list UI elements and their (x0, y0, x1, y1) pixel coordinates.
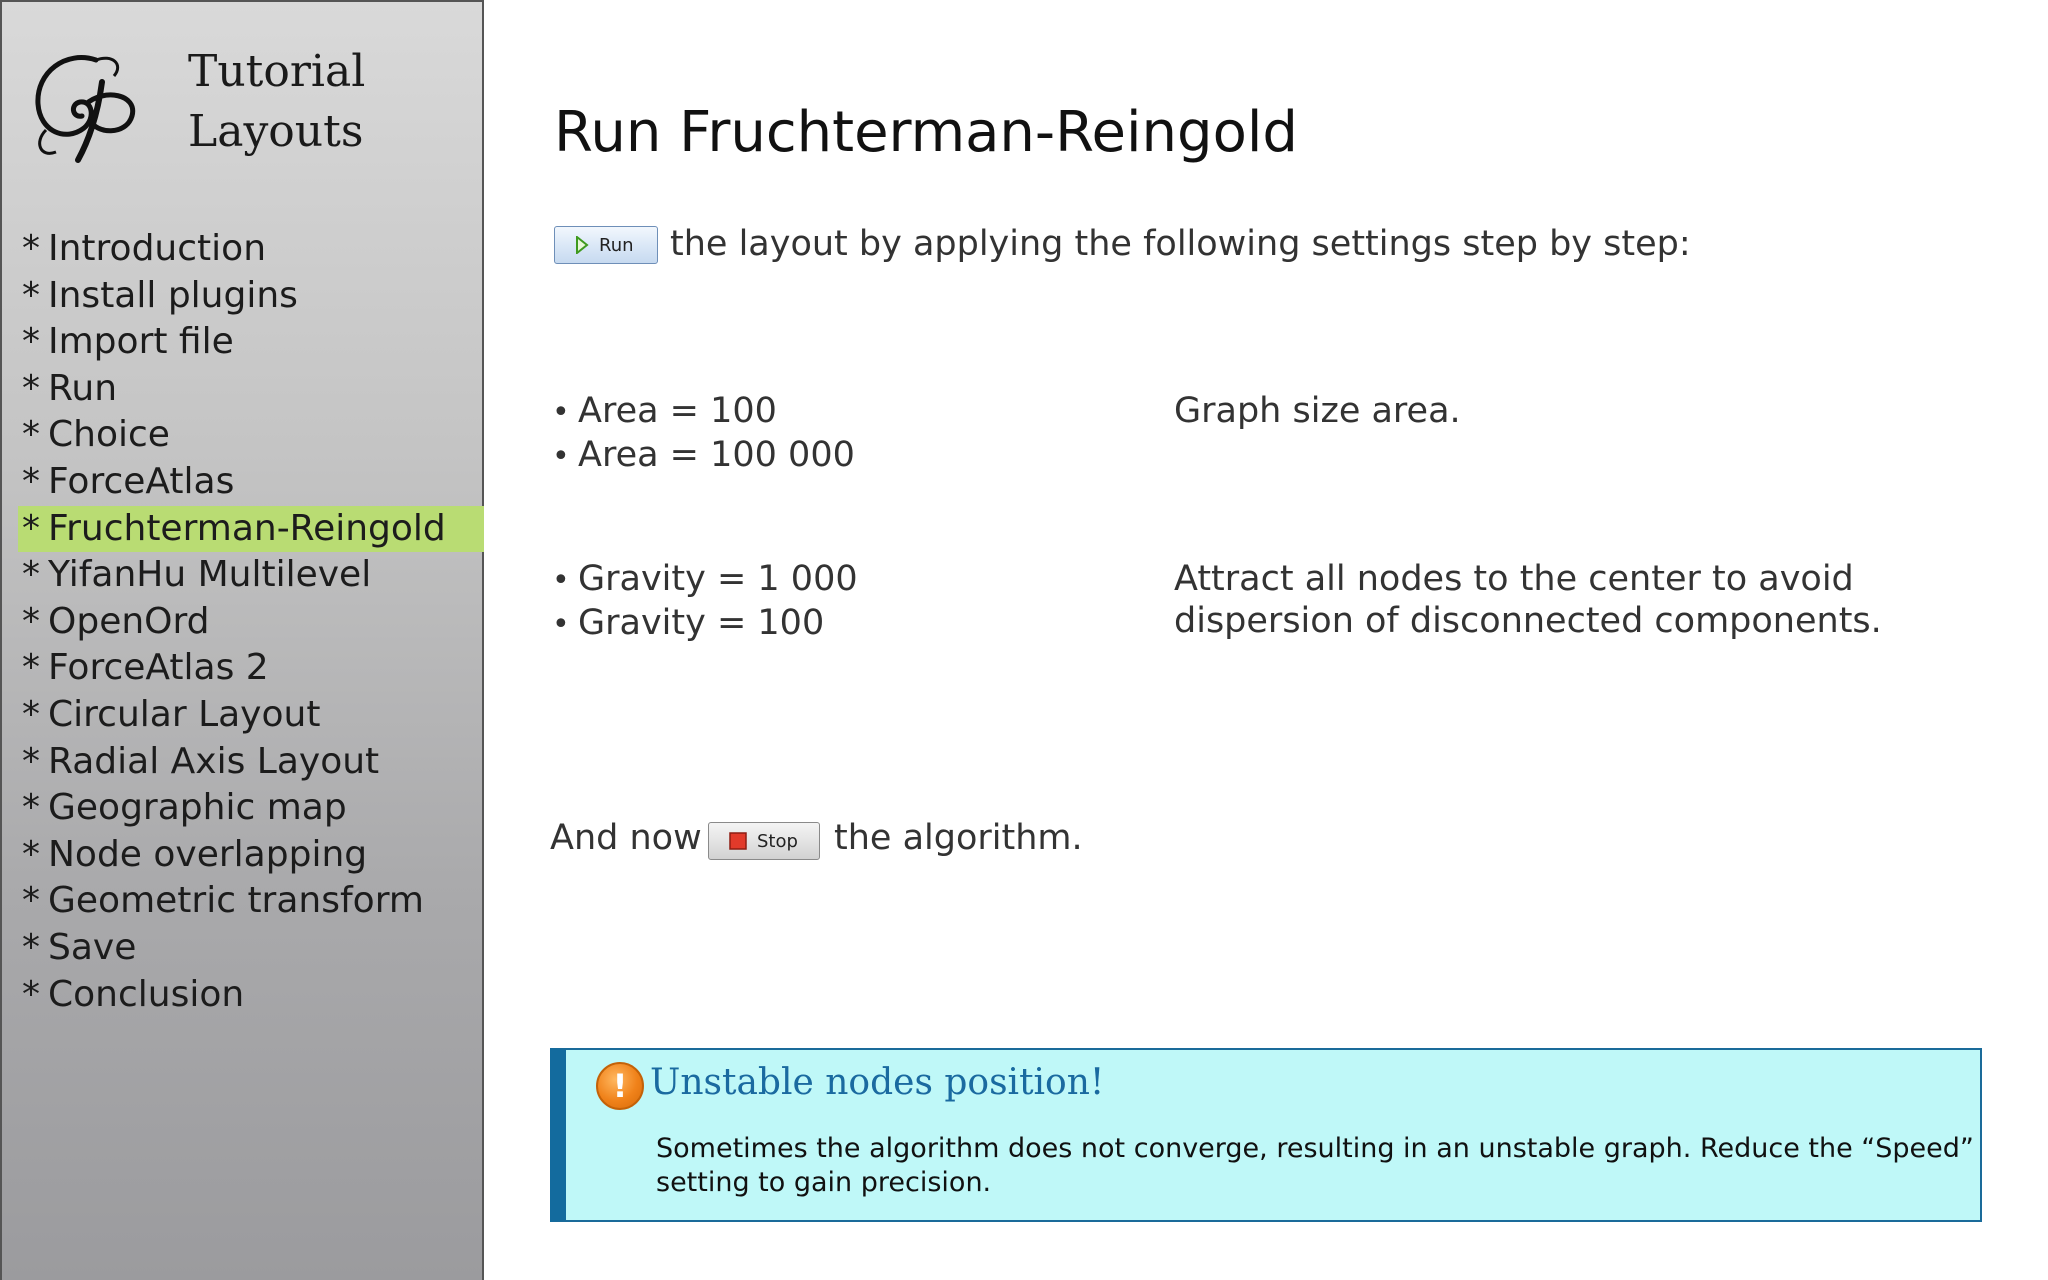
sidebar-item-label: Choice (48, 414, 170, 456)
sidebar-item-import-file[interactable]: * Import file (18, 319, 484, 366)
sidebar-item-label: Run (48, 367, 118, 409)
sidebar-item-yifanhu-multilevel[interactable]: * YifanHu Multilevel (18, 552, 484, 599)
sidebar-item-label: Import file (48, 321, 234, 363)
run-button[interactable]: Run (554, 226, 658, 264)
sidebar-item-label: OpenOrd (48, 600, 210, 642)
sidebar-item-label: Save (48, 926, 137, 968)
sidebar-item-introduction[interactable]: * Introduction (18, 226, 484, 273)
sidebar-item-label: Introduction (48, 228, 267, 269)
sidebar-item-conclusion[interactable]: * Conclusion (18, 972, 484, 1019)
gravity-setting-1: Gravity = 1 000 (578, 559, 858, 599)
run-instruction: the layout by applying the following set… (670, 224, 1691, 264)
and-now-text: And now (550, 818, 702, 858)
stop-button[interactable]: Stop (708, 822, 820, 860)
sidebar-item-label: YifanHu Multilevel (48, 554, 372, 596)
list-item: • Area = 100 (552, 391, 777, 431)
area-settings-list: • Area = 100 • Area = 100 000 (552, 390, 855, 478)
list-item: • Gravity = 100 (552, 603, 825, 643)
gravity-setting-2: Gravity = 100 (578, 603, 825, 643)
run-button-label: Run (599, 234, 634, 256)
warning-callout: ! Unstable nodes position! Sometimes the… (550, 1048, 1982, 1222)
algorithm-text: the algorithm. (834, 818, 1083, 858)
gephi-logo (35, 55, 136, 163)
area-setting-2: Area = 100 000 (578, 435, 855, 475)
tutorial-title-line1: Tutorial (188, 46, 366, 97)
sidebar-item-label: Install plugins (48, 274, 298, 316)
sidebar-item-label: Node overlapping (48, 833, 368, 875)
callout-title: Unstable nodes position! (650, 1062, 1105, 1103)
page-title: Run Fruchterman-Reingold (554, 100, 1298, 165)
sidebar: Tutorial Layouts * Introduction * Install … (0, 0, 484, 1280)
sidebar-item-forceatlas[interactable]: * ForceAtlas (18, 459, 484, 506)
tutorial-title-line2: Layouts (188, 106, 364, 157)
sidebar-nav: * Introduction * Install plugins * Import f… (18, 226, 484, 1018)
sidebar-item-forceatlas-2[interactable]: * ForceAtlas 2 (18, 645, 484, 692)
list-item: • Gravity = 1 000 (552, 559, 858, 599)
sidebar-item-run[interactable]: * Run (18, 366, 484, 413)
tutorial-title: Tutorial Layouts (188, 42, 365, 162)
sidebar-item-install-plugins[interactable]: * Install plugins (18, 273, 484, 320)
callout-body: Sometimes the algorithm does not converg… (656, 1133, 1974, 1198)
sidebar-item-radial-axis-layout[interactable]: * Radial Axis Layout (18, 739, 484, 786)
play-icon (576, 236, 589, 254)
sidebar-item-label: Radial Axis Layout (48, 740, 380, 782)
sidebar-item-label: Geometric transform (48, 880, 424, 922)
area-setting-1: Area = 100 (578, 391, 777, 431)
sidebar-item-save[interactable]: * Save (18, 925, 484, 972)
area-description: Graph size area. (1174, 391, 1461, 431)
gravity-settings-list: • Gravity = 1 000 • Gravity = 100 (552, 558, 858, 646)
sidebar-item-label: Geographic map (48, 787, 347, 829)
list-item: • Area = 100 000 (552, 435, 855, 475)
sidebar-item-openord[interactable]: * OpenOrd (18, 599, 484, 646)
sidebar-item-label: ForceAtlas 2 (48, 647, 269, 689)
sidebar-item-geometric-transform[interactable]: * Geometric transform (18, 878, 484, 925)
sidebar-item-node-overlapping[interactable]: * Node overlapping (18, 832, 484, 879)
sidebar-item-label: ForceAtlas (48, 460, 235, 502)
warning-icon: ! (596, 1062, 644, 1110)
sidebar-item-circular-layout[interactable]: * Circular Layout (18, 692, 484, 739)
sidebar-item-label: Conclusion (48, 973, 245, 1015)
stop-icon (729, 832, 747, 850)
sidebar-item-geographic-map[interactable]: * Geographic map (18, 785, 484, 832)
gravity-description: Attract all nodes to the center to avoid… (1174, 559, 1882, 641)
sidebar-item-fruchterman-reingold[interactable]: * Fruchterman-Reingold (18, 505, 484, 553)
sidebar-item-label: Fruchterman-Reingold (48, 507, 446, 549)
sidebar-item-label: Circular Layout (48, 693, 321, 735)
stop-button-label: Stop (757, 830, 798, 852)
sidebar-item-choice[interactable]: * Choice (18, 412, 484, 459)
